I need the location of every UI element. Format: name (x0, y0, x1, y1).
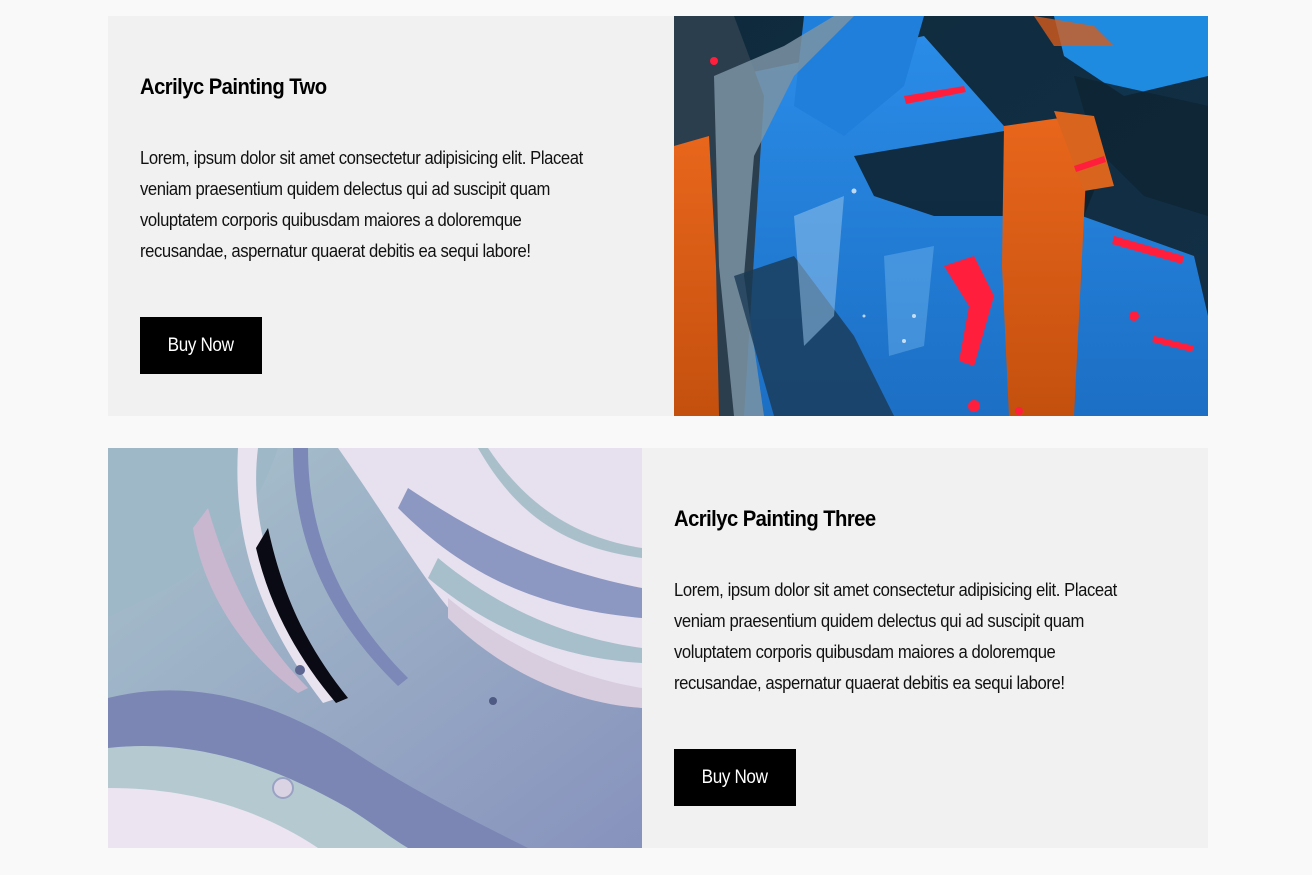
product-info: Acrilyc Painting Three Lorem, ipsum dolo… (642, 448, 1208, 848)
marbled-paint-image (108, 448, 642, 848)
product-card-two: Acrilyc Painting Two Lorem, ipsum dolor … (108, 16, 1208, 416)
abstract-painting-image (674, 16, 1208, 416)
buy-now-label: Buy Now (702, 766, 768, 788)
product-info: Acrilyc Painting Two Lorem, ipsum dolor … (108, 16, 674, 416)
product-description: Lorem, ipsum dolor sit amet consectetur … (674, 579, 1117, 693)
product-image-painting-two (674, 16, 1208, 416)
product-description: Lorem, ipsum dolor sit amet consectetur … (140, 147, 583, 261)
product-title: Acrilyc Painting Three (674, 506, 876, 531)
buy-now-button[interactable]: Buy Now (140, 317, 262, 374)
product-card-three: Acrilyc Painting Three Lorem, ipsum dolo… (108, 448, 1208, 848)
buy-now-button[interactable]: Buy Now (674, 749, 796, 806)
product-title: Acrilyc Painting Two (140, 74, 327, 99)
product-image-painting-three (108, 448, 642, 848)
buy-now-label: Buy Now (168, 334, 234, 356)
